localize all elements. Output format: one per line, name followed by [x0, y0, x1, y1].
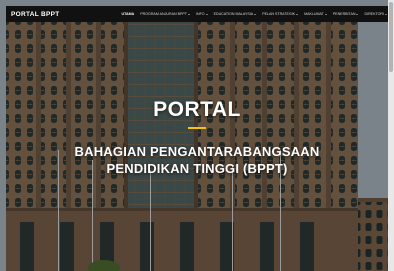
menu-item-label: PELAN STRATEGIK: [262, 12, 296, 16]
chevron-down-icon: [254, 13, 257, 15]
hero-title: PORTAL: [153, 98, 241, 121]
menu-item-label: UTAMA: [121, 12, 135, 16]
hero-text: PORTAL BAHAGIAN PENGANTARABANGSAAN PENDI…: [0, 98, 394, 177]
chevron-down-icon: [356, 13, 359, 15]
menu-item-direktori[interactable]: DIREKTORI: [364, 12, 387, 16]
menu-item-label: INFO: [195, 12, 205, 16]
page-scrollbar[interactable]: [388, 0, 394, 271]
hero-subtitle: BAHAGIAN PENGANTARABANGSAAN PENDIDIKAN T…: [0, 143, 394, 177]
chevron-down-icon: [324, 13, 327, 15]
menu-item-education-malaysia[interactable]: EDUCATION MALAYSIA: [214, 12, 257, 16]
menu-item-label: MAKLUMAT: [304, 12, 324, 16]
hero-subtitle-line-2: PENDIDIKAN TINGGI (BPPT): [106, 161, 288, 176]
chevron-down-icon: [205, 13, 208, 15]
menu-item-label: EDUCATION MALAYSIA: [213, 12, 254, 16]
menu-item-program-anjuran-bppt[interactable]: PROGRAM ANJURAN BPPT: [140, 12, 190, 16]
chevron-down-icon: [296, 13, 299, 15]
menu-item-label: PENERBITAN: [332, 12, 356, 16]
main-menu: UTAMA PROGRAM ANJURAN BPPT INFO EDUCATIO…: [122, 12, 387, 16]
hero-subtitle-line-1: BAHAGIAN PENGANTARABANGSAAN: [74, 144, 320, 159]
menu-item-maklumat[interactable]: MAKLUMAT: [304, 12, 327, 16]
title-underline: [188, 127, 206, 129]
site-brand[interactable]: PORTAL BPPT: [11, 11, 60, 18]
menu-item-label: PROGRAM ANJURAN BPPT: [140, 12, 187, 16]
chevron-down-icon: [385, 13, 387, 15]
chevron-down-icon: [187, 13, 190, 15]
page: PORTAL BPPT UTAMA PROGRAM ANJURAN BPPT I…: [0, 0, 394, 271]
menu-item-utama[interactable]: UTAMA: [122, 12, 135, 16]
menu-item-info[interactable]: INFO: [196, 12, 208, 16]
menu-item-label: DIREKTORI: [364, 12, 384, 16]
menu-item-penerbitan[interactable]: PENERBITAN: [333, 12, 359, 16]
menu-item-pelan-strategik[interactable]: PELAN STRATEGIK: [262, 12, 299, 16]
top-navbar: PORTAL BPPT UTAMA PROGRAM ANJURAN BPPT I…: [6, 6, 393, 22]
scrollbar-thumb[interactable]: [389, 2, 393, 72]
